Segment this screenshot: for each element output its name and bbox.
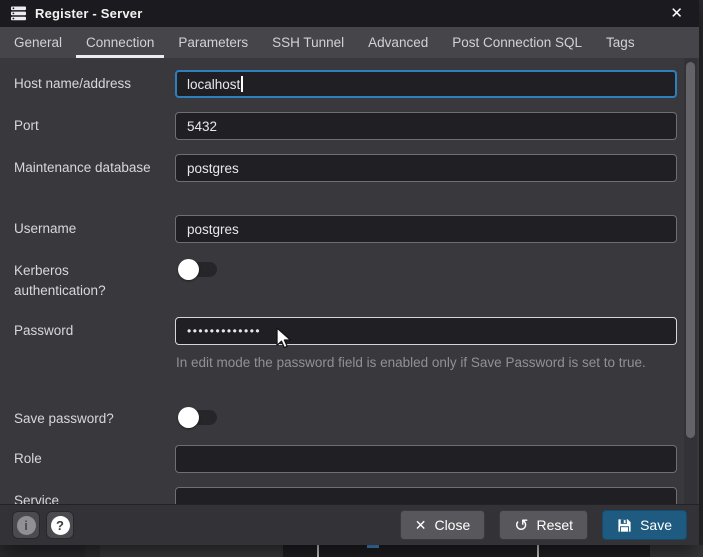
- close-icon: ✕: [670, 5, 683, 22]
- background-window-right-sliver: [699, 0, 703, 557]
- tab-connection[interactable]: Connection: [74, 27, 166, 58]
- save-button-label: Save: [640, 517, 672, 533]
- title-bar: Register - Server ✕: [0, 0, 699, 27]
- tab-ssh-tunnel[interactable]: SSH Tunnel: [260, 27, 356, 58]
- port-input[interactable]: 5432: [175, 112, 677, 140]
- close-x-icon: ✕: [415, 518, 427, 532]
- close-button[interactable]: ✕ Close: [400, 510, 486, 540]
- maintenance-db-label: Maintenance database: [14, 158, 162, 178]
- save-password-label: Save password?: [14, 405, 162, 433]
- background-segment: [283, 545, 650, 557]
- window-close-button[interactable]: ✕: [670, 0, 683, 27]
- maintenance-db-value: postgres: [187, 161, 239, 176]
- dialog-scrollbar-thumb[interactable]: [686, 62, 695, 438]
- background-window-bottom-sliver: [0, 545, 703, 557]
- username-value: postgres: [187, 222, 239, 237]
- sql-info-button[interactable]: i: [12, 511, 40, 539]
- port-value: 5432: [187, 119, 217, 134]
- text-caret: [241, 76, 243, 92]
- help-icon: ?: [51, 516, 70, 535]
- close-button-label: Close: [434, 517, 470, 533]
- reset-button-label: Reset: [537, 517, 574, 533]
- port-label: Port: [14, 112, 162, 140]
- password-masked-value: •••••••••••••: [187, 317, 261, 345]
- dialog-footer: i ? ✕ Close ↺ Reset Sav: [0, 504, 699, 545]
- maintenance-db-input[interactable]: postgres: [175, 154, 677, 182]
- screen: Register - Server ✕ General Connection P…: [0, 0, 703, 557]
- host-value: localhost: [187, 77, 240, 92]
- background-segment: [0, 545, 85, 557]
- tab-advanced[interactable]: Advanced: [356, 27, 440, 58]
- reset-button[interactable]: ↺ Reset: [499, 510, 588, 540]
- role-label: Role: [14, 445, 162, 473]
- password-label: Password: [14, 317, 162, 345]
- kerberos-toggle[interactable]: [178, 259, 220, 280]
- tab-general[interactable]: General: [2, 27, 74, 58]
- background-segment: [100, 545, 283, 557]
- host-input[interactable]: localhost: [175, 70, 677, 98]
- kerberos-label: Kerberos authentication?: [14, 261, 162, 301]
- save-button[interactable]: Save: [602, 510, 687, 540]
- window-title: Register - Server: [35, 6, 142, 21]
- toggle-knob: [178, 259, 199, 280]
- tab-bar: General Connection Parameters SSH Tunnel…: [0, 27, 699, 58]
- help-button[interactable]: ?: [46, 511, 74, 539]
- background-segment: [650, 545, 703, 557]
- username-label: Username: [14, 215, 162, 243]
- host-label: Host name/address: [14, 70, 162, 98]
- toggle-knob: [178, 407, 199, 428]
- background-accent: [367, 545, 379, 548]
- info-icon: i: [17, 516, 36, 535]
- password-input[interactable]: •••••••••••••: [175, 317, 677, 345]
- password-help-text: In edit mode the password field is enabl…: [176, 350, 681, 375]
- username-input[interactable]: postgres: [175, 215, 677, 243]
- tab-post-connection-sql[interactable]: Post Connection SQL: [440, 27, 594, 58]
- reset-undo-icon: ↺: [514, 517, 528, 534]
- role-input[interactable]: [175, 445, 677, 473]
- tab-parameters[interactable]: Parameters: [166, 27, 260, 58]
- floppy-disk-icon: [617, 518, 632, 533]
- server-stack-icon: [10, 6, 27, 21]
- tab-tags[interactable]: Tags: [594, 27, 647, 58]
- save-password-toggle[interactable]: [178, 407, 220, 428]
- background-divider: [537, 545, 539, 557]
- register-server-dialog: Register - Server ✕ General Connection P…: [0, 0, 699, 545]
- background-divider: [317, 545, 319, 557]
